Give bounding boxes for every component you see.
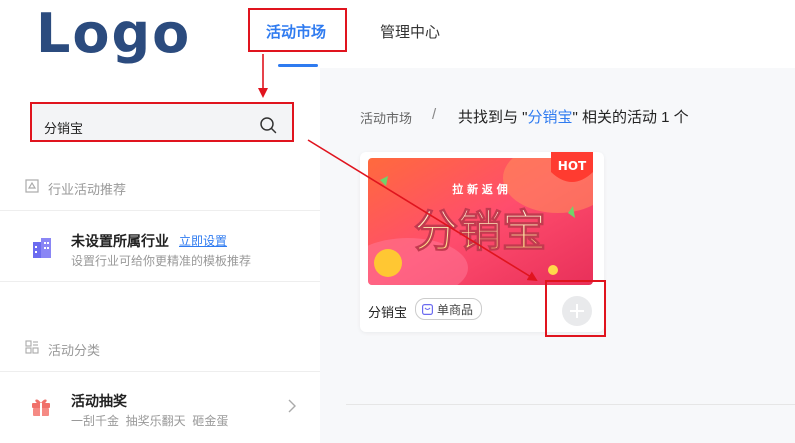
industry-recommend-icon — [25, 179, 39, 193]
breadcrumb-root[interactable]: 活动市场 — [360, 108, 412, 127]
industry-item-title: 未设置所属行业 — [71, 233, 169, 249]
card-name: 分销宝 — [368, 305, 408, 320]
category-section-title: 活动分类 — [48, 343, 101, 358]
result-keyword: 分销宝 — [527, 109, 573, 126]
building-icon — [33, 238, 51, 258]
single-product-tag: 单商品 — [415, 298, 483, 320]
active-tab-indicator — [278, 64, 318, 67]
annotation-box-tab — [248, 8, 347, 52]
annotation-box-search — [30, 102, 294, 142]
industry-section-title: 行业活动推荐 — [48, 182, 127, 197]
search-result-summary: 共找到与 "分销宝" 相关的活动 1 个 — [458, 109, 689, 126]
lottery-item-title: 活动抽奖 — [71, 393, 127, 409]
logo: Logo — [36, 2, 192, 65]
gift-icon — [32, 399, 50, 416]
category-grid-icon — [25, 340, 39, 354]
lottery-item-desc: 一刮千金 抽奖乐翻天 砸金蛋 — [71, 414, 229, 428]
set-now-link[interactable]: 立即设置 — [179, 232, 227, 249]
breadcrumb-separator: / — [432, 106, 437, 123]
hot-badge-text: HOT — [558, 159, 587, 173]
chevron-right-icon — [288, 399, 296, 413]
tab-management-center[interactable]: 管理中心 — [380, 22, 440, 44]
tag-icon — [422, 303, 433, 315]
divider — [346, 404, 795, 405]
tag-label: 单商品 — [437, 302, 474, 317]
divider — [0, 210, 320, 211]
divider — [0, 281, 320, 282]
annotation-box-add — [545, 280, 606, 337]
banner-subtitle: 拉 新 返 佣 — [452, 182, 508, 196]
hot-badge-icon: HOT — [551, 152, 593, 182]
banner-title: 分销宝 — [414, 206, 546, 257]
industry-item-desc: 设置行业可给你更精准的模板推荐 — [71, 254, 252, 268]
